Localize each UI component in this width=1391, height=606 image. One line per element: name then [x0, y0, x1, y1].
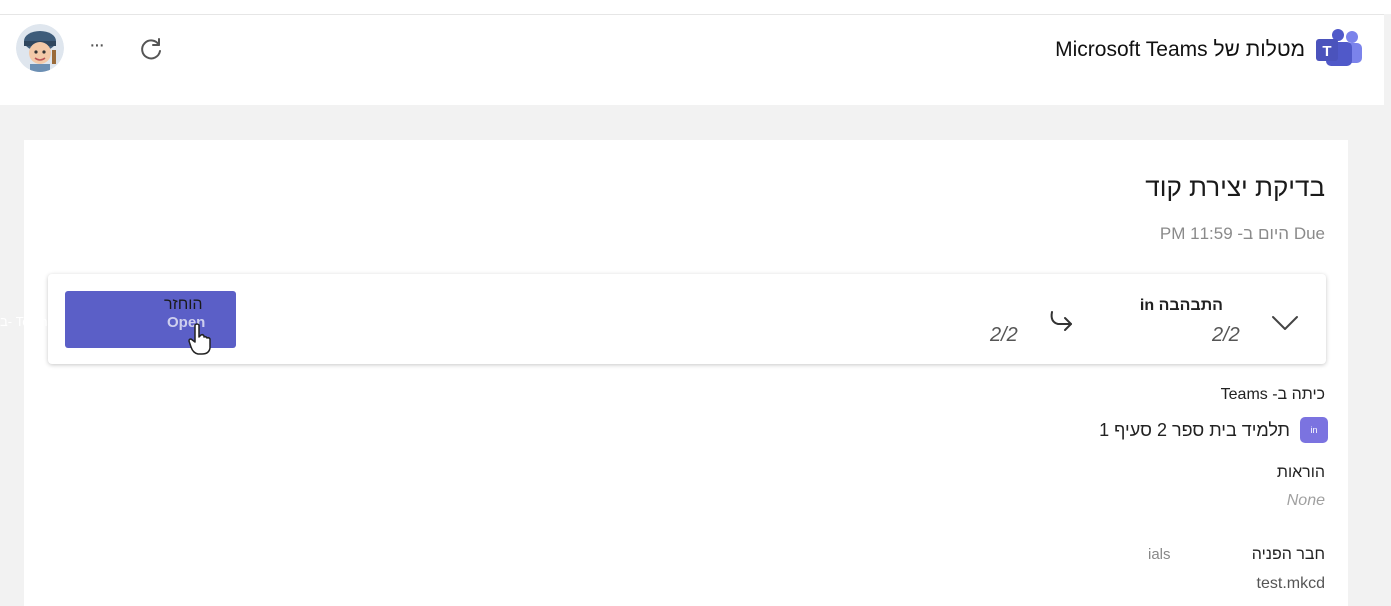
top-strip: [0, 0, 1391, 14]
instructions-label: הוראות: [1276, 464, 1325, 481]
score-after: 2/2: [990, 324, 1018, 346]
more-options-button[interactable]: ···: [82, 33, 110, 61]
class-label: כיתה ב- Teams: [1220, 386, 1325, 403]
peer-label: חבר הפניה: [1251, 546, 1325, 563]
peer-value: test.mkcd: [1256, 575, 1325, 592]
submission-panel: [48, 274, 1326, 364]
peer-extra: ials: [1148, 546, 1171, 563]
class-name: תלמיד בית ספר 2 סעיף 1: [1099, 419, 1290, 440]
assignment-title: בדיקת יצירת קוד: [1145, 172, 1325, 202]
returned-label: הוחזר: [164, 296, 203, 313]
refresh-icon[interactable]: [138, 35, 166, 63]
hand-cursor-icon: [186, 322, 214, 356]
class-badge: in: [1300, 417, 1328, 443]
submission-file-name[interactable]: התבהבה in: [1140, 297, 1223, 315]
svg-text:T: T: [1322, 43, 1331, 60]
score-before: 2/2: [1212, 324, 1240, 346]
avatar[interactable]: [16, 24, 64, 72]
teams-icon: T: [1314, 28, 1364, 68]
due-date: Due היום ב- 11:59 PM: [1159, 224, 1325, 243]
assignment-card: [24, 140, 1348, 606]
app-title: מטלות של Microsoft Teams: [1055, 38, 1305, 61]
teams-overlay-text: ב- Teams: [0, 314, 55, 329]
instructions-value: None: [1286, 492, 1325, 509]
chevron-down-icon[interactable]: [1270, 309, 1300, 335]
class-row[interactable]: in תלמיד בית ספר 2 סעיף 1: [1099, 417, 1328, 443]
return-arrow-icon: [1044, 306, 1076, 334]
